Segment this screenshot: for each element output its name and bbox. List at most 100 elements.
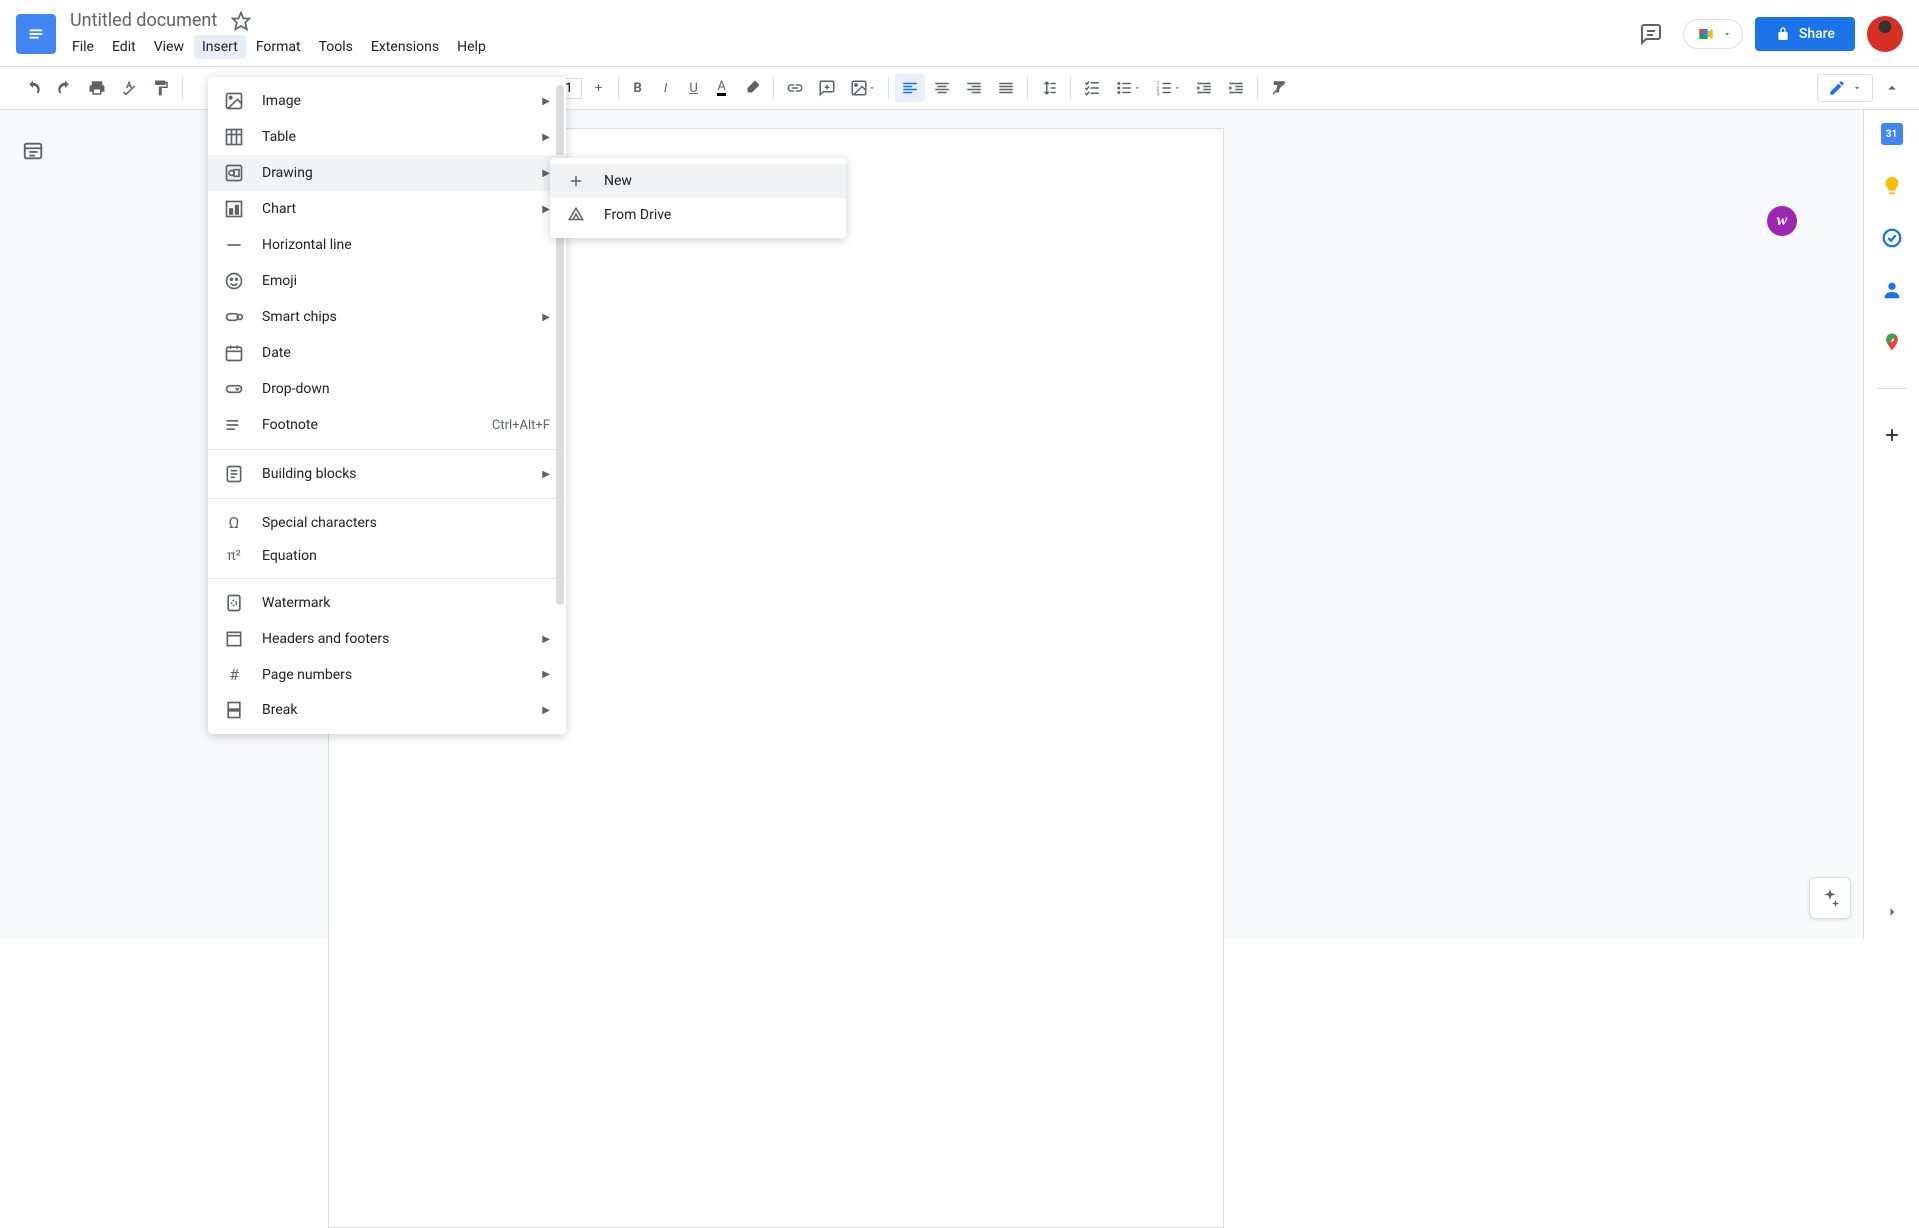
insert-page-numbers-item[interactable]: # Page numbers ▶ (208, 657, 566, 692)
equation-icon: π² (224, 548, 244, 564)
editing-mode-button[interactable] (1817, 74, 1873, 102)
drawing-icon (224, 163, 244, 183)
get-addons-icon[interactable] (1880, 423, 1904, 447)
footnote-icon (224, 415, 244, 435)
highlight-button[interactable] (737, 74, 767, 102)
chevron-down-icon (1852, 83, 1862, 93)
insert-image-button[interactable] (844, 74, 882, 102)
collapse-toolbar-button[interactable] (1883, 79, 1901, 97)
lock-icon (1775, 26, 1791, 42)
line-spacing-button[interactable] (1034, 74, 1064, 102)
menu-help[interactable]: Help (449, 35, 494, 59)
menu-separator (208, 578, 566, 579)
pencil-icon (1828, 79, 1846, 97)
insert-chart-item[interactable]: Chart ▶ (208, 191, 566, 227)
contacts-addon-icon[interactable] (1880, 278, 1904, 302)
explore-button[interactable] (1809, 877, 1851, 919)
align-left-button[interactable] (895, 74, 925, 102)
print-button[interactable] (82, 74, 112, 102)
menu-file[interactable]: File (64, 35, 102, 59)
italic-button[interactable]: I (653, 74, 679, 102)
toolbar-separator (1027, 77, 1028, 99)
insert-date-item[interactable]: Date (208, 335, 566, 371)
share-button[interactable]: Share (1755, 17, 1855, 51)
menu-separator (208, 498, 566, 499)
insert-break-item[interactable]: Break ▶ (208, 692, 566, 728)
insert-horizontal-line-item[interactable]: Horizontal line (208, 227, 566, 263)
align-right-button[interactable] (959, 74, 989, 102)
insert-building-blocks-item[interactable]: Building blocks ▶ (208, 456, 566, 492)
calendar-addon-icon[interactable]: 31 (1880, 122, 1904, 146)
align-center-button[interactable] (927, 74, 957, 102)
add-comment-button[interactable] (812, 74, 842, 102)
submenu-arrow-icon: ▶ (542, 312, 550, 323)
insert-link-button[interactable] (780, 74, 810, 102)
checklist-button[interactable] (1077, 74, 1107, 102)
paint-format-button[interactable] (146, 74, 176, 102)
menu-separator (208, 449, 566, 450)
plus-icon (566, 172, 586, 190)
toolbar-separator (1257, 77, 1258, 99)
insert-drawing-item[interactable]: Drawing ▶ (208, 155, 566, 191)
redo-button[interactable] (50, 74, 80, 102)
keep-addon-icon[interactable] (1880, 174, 1904, 198)
insert-image-item[interactable]: Image ▶ (208, 83, 566, 119)
submenu-arrow-icon: ▶ (542, 132, 550, 143)
drawing-from-drive-item[interactable]: From Drive (550, 198, 846, 232)
menu-view[interactable]: View (146, 35, 192, 59)
menu-edit[interactable]: Edit (104, 35, 144, 59)
bulleted-list-button[interactable] (1109, 74, 1147, 102)
insert-headers-footers-item[interactable]: Headers and footers ▶ (208, 621, 566, 657)
font-size-increase[interactable]: + (586, 74, 612, 102)
insert-dropdown-item[interactable]: Drop-down (208, 371, 566, 407)
tasks-addon-icon[interactable] (1880, 226, 1904, 250)
drive-icon (566, 206, 586, 224)
insert-special-characters-item[interactable]: Ω Special characters (208, 505, 566, 540)
account-avatar[interactable] (1867, 16, 1903, 52)
doc-title[interactable]: Untitled document (64, 8, 223, 33)
side-separator (1877, 388, 1907, 389)
menu-extensions[interactable]: Extensions (363, 35, 447, 59)
spellcheck-button[interactable] (114, 74, 144, 102)
app-header: Untitled document File Edit View Insert … (0, 0, 1919, 66)
meet-button[interactable] (1683, 19, 1743, 49)
docs-logo[interactable] (16, 14, 56, 54)
align-justify-button[interactable] (991, 74, 1021, 102)
title-area: Untitled document File Edit View Insert … (64, 8, 1631, 59)
wordtune-badge[interactable]: w (1767, 206, 1797, 236)
maps-addon-icon[interactable] (1880, 330, 1904, 354)
bold-button[interactable]: B (625, 74, 651, 102)
side-panel-collapse-icon[interactable] (1883, 903, 1901, 921)
insert-emoji-item[interactable]: Emoji (208, 263, 566, 299)
text-color-button[interactable]: A (709, 74, 735, 102)
underline-button[interactable]: U (681, 74, 707, 102)
comment-history-icon[interactable] (1631, 14, 1671, 54)
undo-button[interactable] (18, 74, 48, 102)
insert-footnote-item[interactable]: Footnote Ctrl+Alt+F (208, 407, 566, 443)
headers-footers-icon (224, 629, 244, 649)
insert-watermark-item[interactable]: Watermark (208, 585, 566, 621)
table-icon (224, 127, 244, 147)
insert-smart-chips-item[interactable]: Smart chips ▶ (208, 299, 566, 335)
star-icon[interactable] (231, 11, 251, 31)
insert-table-item[interactable]: Table ▶ (208, 119, 566, 155)
numbered-list-button[interactable]: 123 (1149, 74, 1187, 102)
date-icon (224, 343, 244, 363)
horizontal-line-icon (224, 235, 244, 255)
decrease-indent-button[interactable] (1189, 74, 1219, 102)
chart-icon (224, 199, 244, 219)
smart-chips-icon (224, 307, 244, 327)
submenu-arrow-icon: ▶ (542, 669, 550, 680)
toolbar-separator (618, 77, 619, 99)
drawing-new-item[interactable]: New (550, 164, 846, 198)
toolbar-separator (1070, 77, 1071, 99)
outline-toggle-icon[interactable] (22, 140, 44, 939)
insert-equation-item[interactable]: π² Equation (208, 540, 566, 572)
menu-insert[interactable]: Insert (194, 35, 246, 59)
left-gutter (0, 110, 66, 939)
insert-menu-dropdown: Image ▶ Table ▶ Drawing ▶ Chart ▶ Horizo… (208, 77, 566, 734)
increase-indent-button[interactable] (1221, 74, 1251, 102)
menu-format[interactable]: Format (248, 35, 309, 59)
clear-formatting-button[interactable] (1264, 74, 1294, 102)
menu-tools[interactable]: Tools (311, 35, 361, 59)
